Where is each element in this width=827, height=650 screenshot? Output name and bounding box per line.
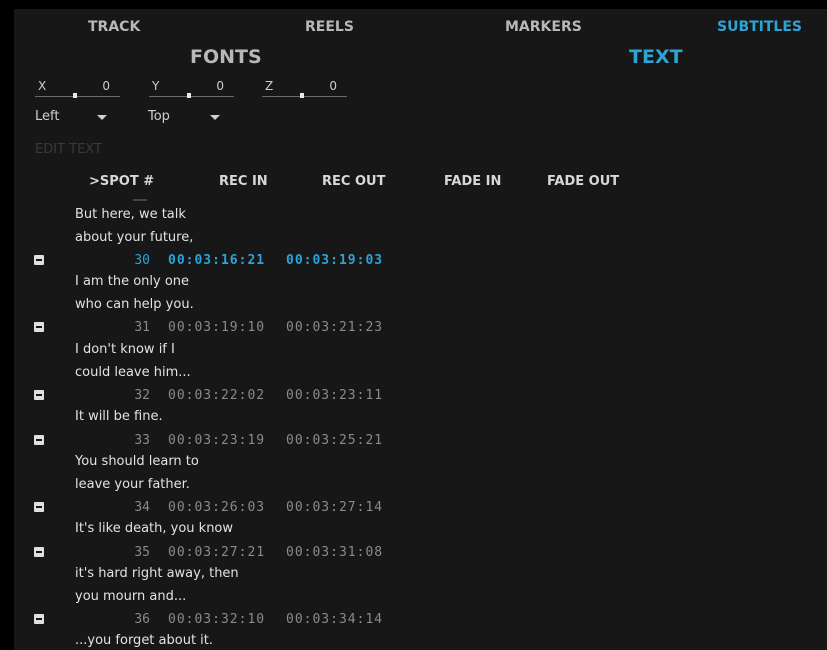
spot-number: 36 bbox=[134, 612, 150, 627]
rec-out-timecode: 00:03:25:21 bbox=[286, 433, 384, 448]
rec-in-timecode: 00:03:32:10 bbox=[168, 612, 266, 627]
rec-in-timecode: 00:03:22:02 bbox=[168, 388, 266, 403]
subtitle-line: you mourn and... bbox=[75, 588, 187, 604]
column-header-fade-out[interactable]: FADE OUT bbox=[547, 174, 619, 189]
vertical-align-dropdown[interactable]: Top bbox=[148, 109, 228, 124]
collapse-icon[interactable] bbox=[34, 322, 44, 332]
position-x-label: X bbox=[38, 79, 47, 93]
table-row[interactable]: 35 00:03:27:21 00:03:31:08 bbox=[14, 542, 434, 562]
rec-out-timecode: 00:03:34:14 bbox=[286, 612, 384, 627]
table-row[interactable]: 33 00:03:23:19 00:03:25:21 bbox=[14, 430, 434, 450]
rec-in-timecode: 00:03:19:10 bbox=[168, 320, 266, 335]
position-y-field[interactable]: Y 0 bbox=[149, 79, 234, 98]
spot-number: 30 bbox=[134, 253, 150, 268]
subtitle-line: It will be fine. bbox=[75, 409, 163, 424]
position-z-field[interactable]: Z 0 bbox=[262, 79, 347, 98]
subtitle-line: ...you forget about it. bbox=[75, 633, 214, 648]
subtitle-line: leave your father. bbox=[75, 476, 190, 492]
rec-in-timecode: 00:03:23:19 bbox=[168, 433, 266, 448]
edit-text-button[interactable]: EDIT TEXT bbox=[35, 142, 102, 157]
spot-number: 33 bbox=[134, 433, 150, 448]
subtitle-line: could leave him... bbox=[75, 364, 191, 380]
subtitle-text[interactable]: it's hard right away, then you mourn and… bbox=[75, 563, 239, 608]
chevron-down-icon bbox=[97, 115, 107, 120]
subtitle-text[interactable]: It will be fine. bbox=[75, 406, 163, 429]
rec-out-timecode: 00:03:23:11 bbox=[286, 388, 384, 403]
subtitle-line: I don't know if I bbox=[75, 342, 175, 357]
table-row[interactable]: 34 00:03:26:03 00:03:27:14 bbox=[14, 497, 434, 517]
collapse-icon[interactable] bbox=[34, 502, 44, 512]
subtitle-text[interactable]: It's like death, you know bbox=[75, 518, 233, 541]
rec-out-timecode: 00:03:19:03 bbox=[286, 253, 384, 268]
rec-out-timecode: 00:03:27:14 bbox=[286, 500, 384, 515]
vertical-align-value: Top bbox=[148, 109, 170, 124]
subtitle-line: You should learn to bbox=[75, 454, 199, 469]
rec-out-timecode: 00:03:31:08 bbox=[286, 545, 384, 560]
position-y-value: 0 bbox=[216, 79, 224, 93]
spot-number: 34 bbox=[134, 500, 150, 515]
tab-markers[interactable]: MARKERS bbox=[505, 19, 582, 35]
subtitle-list[interactable]: But here, we talk about your future, 30 … bbox=[14, 199, 827, 650]
column-header-spot[interactable]: >SPOT # bbox=[89, 174, 154, 189]
rec-in-timecode: 00:03:26:03 bbox=[168, 500, 266, 515]
horizontal-align-value: Left bbox=[35, 109, 60, 124]
table-row[interactable]: 36 00:03:32:10 00:03:34:14 bbox=[14, 609, 434, 629]
tab-reels[interactable]: REELS bbox=[305, 19, 354, 35]
spot-number: 31 bbox=[134, 320, 150, 335]
subtitle-text[interactable]: But here, we talk about your future, bbox=[75, 204, 193, 249]
chevron-down-icon bbox=[210, 115, 220, 120]
column-header-rec-in[interactable]: REC IN bbox=[219, 174, 268, 189]
tab-subtitles[interactable]: SUBTITLES bbox=[717, 19, 802, 35]
collapse-icon[interactable] bbox=[34, 255, 44, 265]
collapse-icon[interactable] bbox=[34, 547, 44, 557]
subtitle-text[interactable]: You should learn to leave your father. bbox=[75, 451, 199, 496]
horizontal-align-dropdown[interactable]: Left bbox=[35, 109, 115, 124]
subtitle-line: It's like death, you know bbox=[75, 521, 234, 536]
position-x-value: 0 bbox=[102, 79, 110, 93]
subtitle-line: about your future, bbox=[75, 229, 194, 245]
position-y-label: Y bbox=[152, 79, 160, 93]
rec-out-timecode: 00:03:21:23 bbox=[286, 320, 384, 335]
collapse-icon[interactable] bbox=[34, 435, 44, 445]
rec-in-timecode: 00:03:16:21 bbox=[168, 253, 266, 268]
subtitle-line: it's hard right away, then bbox=[75, 566, 239, 581]
column-header-rec-out[interactable]: REC OUT bbox=[322, 174, 385, 189]
subtitle-text[interactable]: I am the only one who can help you. bbox=[75, 271, 194, 316]
position-z-label: Z bbox=[265, 79, 274, 93]
subtitle-text[interactable]: I don't know if I could leave him... bbox=[75, 339, 191, 384]
column-header-fade-in[interactable]: FADE IN bbox=[444, 174, 501, 189]
collapse-icon[interactable] bbox=[34, 390, 44, 400]
subtab-text[interactable]: TEXT bbox=[629, 46, 683, 68]
spot-number: 35 bbox=[134, 545, 150, 560]
subtitle-line: I am the only one bbox=[75, 274, 190, 289]
subtitle-line: But here, we talk bbox=[75, 207, 186, 222]
position-z-value: 0 bbox=[329, 79, 337, 93]
slider-handle[interactable] bbox=[73, 93, 77, 98]
subtitle-text[interactable]: ...you forget about it. bbox=[75, 630, 213, 650]
table-row[interactable]: 31 00:03:19:10 00:03:21:23 bbox=[14, 317, 434, 337]
tab-track[interactable]: TRACK bbox=[88, 19, 140, 35]
slider-handle[interactable] bbox=[300, 93, 304, 98]
table-row[interactable]: 30 00:03:16:21 00:03:19:03 bbox=[14, 250, 434, 270]
position-x-field[interactable]: X 0 bbox=[35, 79, 120, 98]
spot-number: 32 bbox=[134, 388, 150, 403]
list-row-partial bbox=[133, 199, 147, 201]
subtab-fonts[interactable]: FONTS bbox=[190, 46, 262, 68]
rec-in-timecode: 00:03:27:21 bbox=[168, 545, 266, 560]
collapse-icon[interactable] bbox=[34, 614, 44, 624]
subtitle-line: who can help you. bbox=[75, 296, 194, 312]
table-row[interactable]: 32 00:03:22:02 00:03:23:11 bbox=[14, 385, 434, 405]
subtitle-panel: TRACK REELS MARKERS SUBTITLES FONTS TEXT… bbox=[14, 9, 827, 650]
slider-handle[interactable] bbox=[187, 93, 191, 98]
